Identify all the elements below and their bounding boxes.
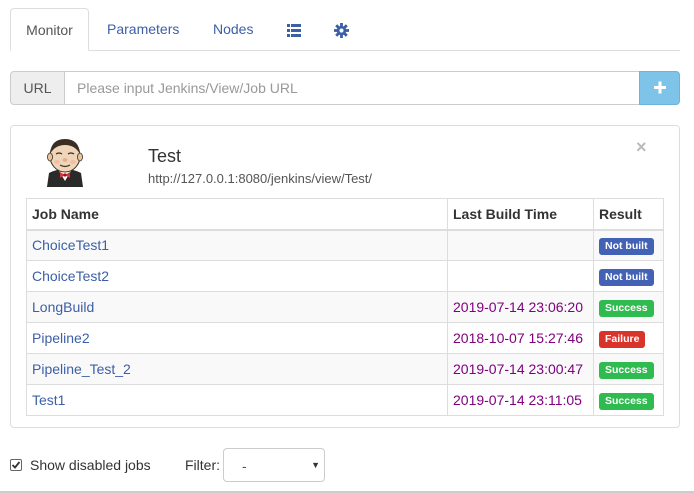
gear-icon: [334, 21, 349, 38]
result-cell: Failure: [593, 322, 664, 354]
col-last-build-time[interactable]: Last Build Time: [447, 198, 594, 231]
tab-nodes[interactable]: Nodes: [213, 8, 253, 51]
job-name-cell: Pipeline_Test_2: [26, 353, 448, 385]
build-time-cell: 2018-10-07 15:27:46: [447, 322, 594, 354]
result-cell: Success: [593, 353, 664, 385]
url-input[interactable]: [64, 71, 640, 105]
result-cell: Not built: [593, 260, 664, 292]
build-time-cell: 2019-07-14 23:06:20: [447, 291, 594, 323]
add-url-button[interactable]: [639, 71, 680, 105]
table-row: Test1 2019-07-14 23:11:05 Success: [26, 384, 664, 416]
job-name-cell: ChoiceTest1: [26, 229, 448, 261]
view-panel: Test http://127.0.0.1:8080/jenkins/view/…: [10, 125, 680, 428]
table-row: ChoiceTest2 Not built: [26, 260, 664, 292]
tab-list[interactable]: [287, 8, 301, 51]
result-cell: Not built: [593, 229, 664, 261]
table-row: Pipeline_Test_2 2019-07-14 23:00:47 Succes…: [26, 353, 664, 385]
job-name-cell: LongBuild: [26, 291, 448, 323]
col-result[interactable]: Result: [593, 198, 664, 231]
filter-label: Filter:: [185, 457, 220, 473]
status-badge: Success: [599, 299, 654, 317]
chevron-down-icon: ▼: [311, 460, 320, 470]
job-link[interactable]: Test1: [32, 392, 65, 408]
table-row: ChoiceTest1 Not built: [26, 229, 664, 261]
build-time-cell: [447, 229, 594, 261]
table-row: LongBuild 2019-07-14 23:06:20 Success: [26, 291, 664, 323]
show-disabled-checkbox[interactable]: [10, 459, 22, 471]
tab-monitor[interactable]: Monitor: [10, 8, 89, 51]
show-disabled-label: Show disabled jobs: [30, 457, 151, 473]
jobs-table: Job Name Last Build Time Result ChoiceTe…: [26, 198, 664, 416]
url-bar: URL: [10, 71, 680, 105]
footer: Show disabled jobs Filter: - ▼: [10, 448, 690, 482]
job-link[interactable]: ChoiceTest1: [32, 237, 109, 253]
check-icon: [11, 461, 21, 469]
jenkins-logo: [41, 135, 89, 187]
result-cell: Success: [593, 384, 664, 416]
close-icon[interactable]: ×: [636, 137, 647, 158]
status-badge: Success: [599, 361, 654, 379]
status-badge: Success: [599, 392, 654, 410]
col-job-name[interactable]: Job Name: [26, 198, 448, 231]
build-time-cell: 2019-07-14 23:00:47: [447, 353, 594, 385]
build-time-cell: [447, 260, 594, 292]
status-badge: Failure: [599, 330, 646, 348]
filter-select[interactable]: - ▼: [223, 448, 325, 482]
plus-icon: [654, 81, 666, 94]
tab-bar: Monitor Parameters Nodes: [10, 8, 680, 51]
filter-value: -: [242, 458, 247, 474]
tab-settings[interactable]: [334, 8, 349, 51]
status-badge: Not built: [599, 237, 654, 255]
tab-parameters[interactable]: Parameters: [107, 8, 179, 51]
job-link[interactable]: Pipeline_Test_2: [32, 361, 131, 377]
build-time-cell: 2019-07-14 23:11:05: [447, 384, 594, 416]
job-link[interactable]: ChoiceTest2: [32, 268, 109, 284]
view-title: Test: [148, 146, 182, 166]
job-name-cell: ChoiceTest2: [26, 260, 448, 292]
status-badge: Not built: [599, 268, 654, 286]
list-icon: [287, 21, 301, 37]
job-name-cell: Pipeline2: [26, 322, 448, 354]
job-link[interactable]: LongBuild: [32, 299, 94, 315]
job-link[interactable]: Pipeline2: [32, 330, 90, 346]
view-url: http://127.0.0.1:8080/jenkins/view/Test/: [148, 171, 373, 186]
result-cell: Success: [593, 291, 664, 323]
url-label: URL: [10, 71, 65, 105]
table-row: Pipeline2 2018-10-07 15:27:46 Failure: [26, 322, 664, 354]
job-name-cell: Test1: [26, 384, 448, 416]
